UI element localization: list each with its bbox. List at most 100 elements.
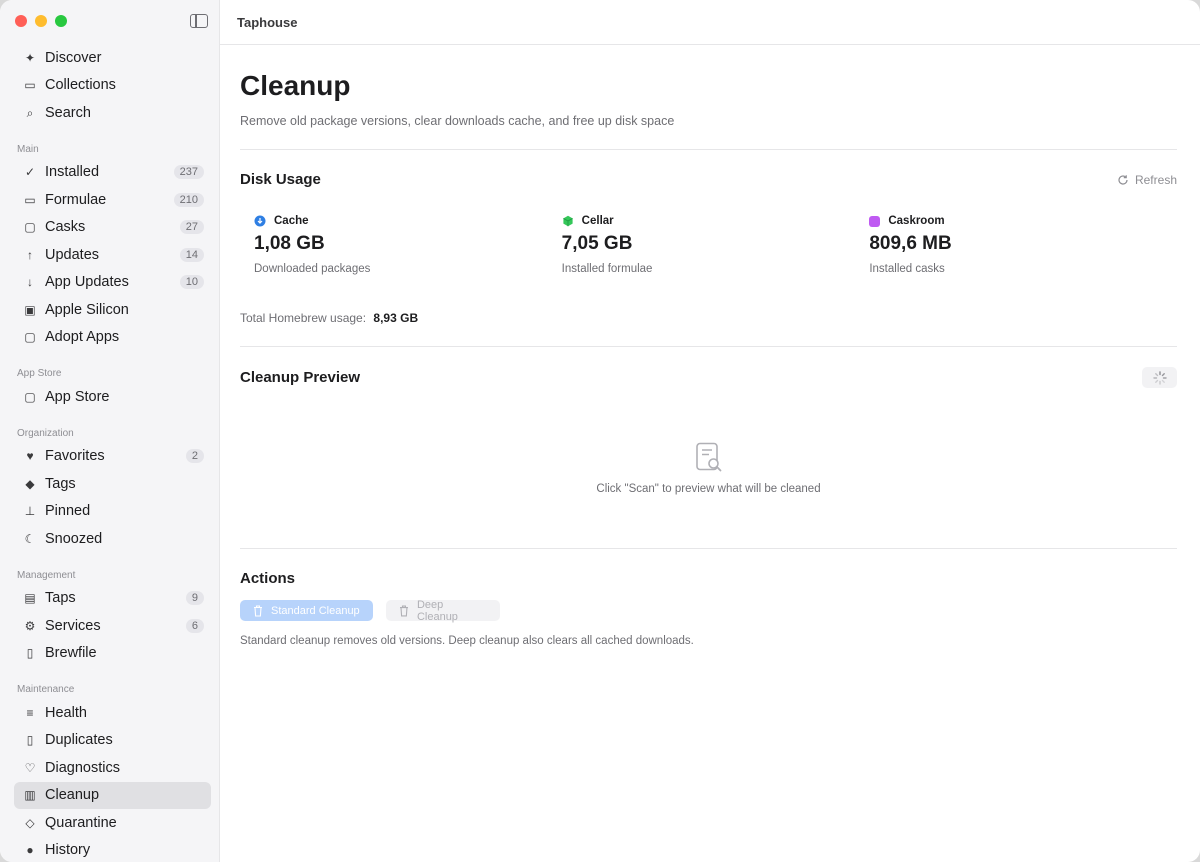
empty-state-text: Click "Scan" to preview what will be cle…	[596, 482, 821, 495]
stat-cache: Cache 1,08 GB Downloaded packages	[254, 215, 562, 275]
sidebar-item-label: Formulae	[45, 191, 107, 208]
stat-description: Downloaded packages	[254, 263, 371, 275]
sidebar: ✦ Discover ▭ Collections ⌕ Search Main ✓ Install…	[0, 0, 220, 862]
sidebar-item-favorites[interactable]: ♥ Favorites 2	[14, 443, 211, 471]
moon-icon: ☾	[24, 531, 36, 546]
sidebar-item-diagnostics[interactable]: ♡ Diagnostics	[14, 754, 211, 782]
gears-icon: ⚙	[24, 618, 36, 633]
deep-cleanup-button[interactable]: Deep Cleanup	[386, 598, 500, 623]
sidebar-item-updates[interactable]: ↑ Updates 14	[14, 241, 211, 269]
sidebar-toggle-icon[interactable]	[190, 14, 208, 28]
divider	[240, 346, 1177, 347]
sidebar-item-tags[interactable]: ◆ Tags	[14, 470, 211, 498]
sidebar-item-installed[interactable]: ✓ Installed 237	[14, 159, 211, 187]
heart-icon: ♥	[26, 449, 34, 464]
sidebar-section-label: Management	[17, 569, 76, 581]
close-window-button[interactable]	[15, 15, 27, 27]
sidebar-item-label: Casks	[45, 219, 86, 236]
sidebar-item-label: Snoozed	[45, 530, 103, 547]
sidebar-section-label: Maintenance	[17, 684, 75, 695]
count-badge: 27	[179, 220, 204, 235]
sidebar-item-discover[interactable]: ✦ Discover	[14, 44, 211, 72]
sidebar-item-quarantine[interactable]: ◇ Quarantine	[14, 809, 211, 837]
minimize-window-button[interactable]	[35, 15, 47, 27]
stat-value: 809,6 MB	[869, 233, 952, 254]
cleanup-preview-header: Cleanup Preview	[240, 367, 1177, 388]
sidebar-nav: ✦ Discover ▭ Collections ⌕ Search Main ✓ Install…	[14, 44, 211, 862]
stat-value: 7,05 GB	[561, 233, 633, 254]
refresh-button[interactable]: Refresh	[1117, 173, 1177, 187]
download-circle-icon	[254, 215, 266, 227]
count-badge: 2	[185, 449, 204, 464]
sidebar-item-health[interactable]: ≡ Health	[14, 699, 211, 727]
total-usage-label: Total Homebrew usage:	[240, 311, 367, 325]
sidebar-item-history[interactable]: ● History	[14, 837, 211, 862]
bag-icon: ▢	[24, 389, 36, 404]
sidebar-item-label: Tags	[45, 475, 76, 492]
clock-icon: ●	[26, 843, 34, 858]
stat-name: Cellar	[581, 215, 614, 227]
adopt-icon: ▢	[24, 330, 36, 345]
total-usage: Total Homebrew usage: 8,93 GB	[240, 311, 1177, 325]
sidebar-item-taps[interactable]: ▤ Taps 9	[14, 585, 211, 613]
trash-icon	[399, 604, 408, 617]
disk-usage-title: Disk Usage	[240, 171, 321, 188]
sidebar-item-search[interactable]: ⌕ Search	[14, 99, 211, 127]
chip-icon: ▣	[24, 302, 36, 317]
divider	[240, 548, 1177, 549]
sidebar-item-label: Updates	[45, 246, 100, 263]
sidebar-item-label: Pinned	[45, 503, 91, 520]
sidebar-item-brewfile[interactable]: ▯ Brewfile	[14, 640, 211, 668]
search-icon: ⌕	[26, 105, 34, 120]
sidebar-item-label: Health	[45, 704, 87, 721]
collections-icon: ▭	[24, 78, 36, 93]
stat-name: Caskroom	[888, 215, 945, 227]
sidebar-item-collections[interactable]: ▭ Collections	[14, 72, 211, 100]
trash-icon	[254, 604, 262, 617]
sidebar-item-services[interactable]: ⚙ Services 6	[14, 612, 211, 640]
sidebar-item-duplicates[interactable]: ▯ Duplicates	[14, 727, 211, 755]
sidebar-item-pinned[interactable]: ⊥ Pinned	[14, 498, 211, 526]
duplicate-icon: ▯	[26, 733, 34, 748]
scan-button[interactable]	[1142, 367, 1177, 388]
sidebar-item-label: App Store	[45, 388, 110, 405]
sidebar-item-snoozed[interactable]: ☾ Snoozed	[14, 525, 211, 553]
count-badge: 9	[185, 591, 204, 606]
arrow-up-circle-icon: ↑	[27, 247, 33, 262]
page-title: Cleanup	[240, 70, 351, 101]
sidebar-item-label: Favorites	[45, 448, 105, 465]
sidebar-item-label: Collections	[45, 77, 116, 94]
sidebar-item-casks[interactable]: ▢ Casks 27	[14, 214, 211, 242]
sidebar-section-label: Organization	[17, 427, 74, 439]
sidebar-item-apple-silicon[interactable]: ▣ Apple Silicon	[14, 296, 211, 324]
count-badge: 6	[185, 618, 204, 633]
sidebar-item-label: Apple Silicon	[45, 301, 129, 318]
standard-cleanup-button[interactable]: Standard Cleanup	[240, 600, 373, 621]
refresh-label: Refresh	[1134, 172, 1177, 187]
count-badge: 14	[179, 247, 204, 262]
total-usage-value: 8,93 GB	[373, 311, 419, 325]
sidebar-item-formulae[interactable]: ▭ Formulae 210	[14, 186, 211, 214]
actions-title: Actions	[240, 570, 296, 587]
sidebar-section-label: Main	[17, 143, 39, 155]
document-search-icon	[695, 442, 721, 471]
stat-value: 1,08 GB	[254, 233, 325, 254]
sidebar-item-label: Taps	[45, 590, 76, 607]
actions-row: Standard Cleanup Deep Cleanup	[240, 598, 1177, 623]
sidebar-item-label: Installed	[45, 164, 100, 181]
zoom-window-button[interactable]	[55, 15, 67, 27]
disk-usage-stats: Cache 1,08 GB Downloaded packages Cellar…	[240, 215, 1177, 275]
cube-icon	[562, 215, 573, 227]
stat-caskroom: Caskroom 809,6 MB Installed casks	[869, 215, 1177, 275]
disk-usage-section: Disk Usage Refresh Cache 1,08 GB Downloa…	[240, 171, 1177, 325]
deep-cleanup-label: Deep Cleanup	[416, 598, 458, 623]
sidebar-item-label: Diagnostics	[45, 759, 120, 776]
sidebar-item-label: Duplicates	[45, 732, 113, 749]
sidebar-item-app-updates[interactable]: ↓ App Updates 10	[14, 269, 211, 297]
cleanup-preview-section: Cleanup Preview Click "Scan" to preview …	[240, 367, 1177, 548]
sidebar-item-cleanup[interactable]: ▥ Cleanup	[14, 781, 211, 809]
cask-icon: ▢	[24, 220, 36, 235]
trash-icon: ▥	[24, 788, 36, 803]
sidebar-item-app-store[interactable]: ▢ App Store	[14, 383, 211, 411]
sidebar-item-adopt-apps[interactable]: ▢ Adopt Apps	[14, 324, 211, 352]
